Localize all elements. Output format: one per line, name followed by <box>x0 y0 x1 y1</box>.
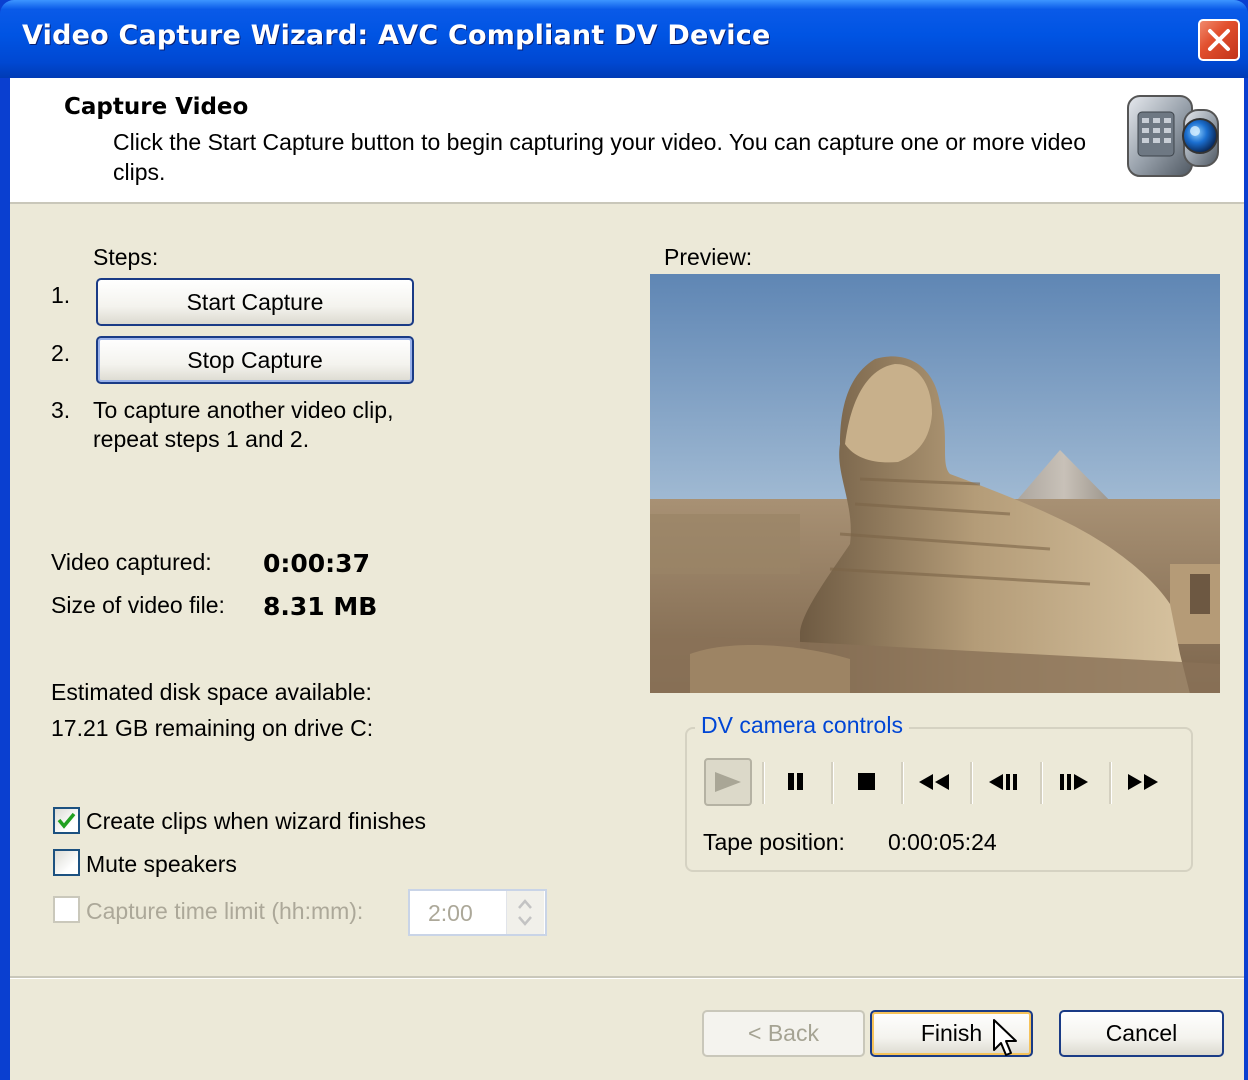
preview-label: Preview: <box>664 244 753 270</box>
page-title: Capture Video <box>64 94 249 120</box>
video-preview <box>650 274 1220 693</box>
fast-forward-icon <box>1128 774 1158 790</box>
disk-space-value: 17.21 GB remaining on drive C: <box>51 715 374 741</box>
stop-icon <box>858 773 875 790</box>
dv-controls-legend: DV camera controls <box>695 712 909 739</box>
close-icon <box>1208 29 1230 51</box>
separator <box>831 762 834 804</box>
create-clips-checkbox[interactable] <box>53 807 80 834</box>
tape-position-value: 0:00:05:24 <box>888 829 997 855</box>
step-1-number: 1. <box>51 282 71 308</box>
video-camera-icon <box>1127 95 1219 177</box>
wizard-window: Video Capture Wizard: AVC Compliant DV D… <box>0 0 1248 1080</box>
time-limit-checkbox[interactable] <box>53 896 80 923</box>
tape-position-label: Tape position: <box>703 829 845 855</box>
stop-capture-button[interactable]: Stop Capture <box>96 336 414 384</box>
checkmark-icon <box>57 812 76 829</box>
title-bar[interactable]: Video Capture Wizard: AVC Compliant DV D… <box>0 0 1248 78</box>
separator <box>901 762 904 804</box>
time-limit-label: Capture time limit (hh:mm): <box>86 898 364 924</box>
time-limit-spinner[interactable]: 2:00 <box>408 889 547 936</box>
stop-button[interactable] <box>842 758 890 806</box>
separator <box>1109 762 1112 804</box>
next-frame-button[interactable] <box>1050 758 1098 806</box>
previous-frame-button[interactable] <box>981 758 1029 806</box>
separator <box>970 762 973 804</box>
window-title: Video Capture Wizard: AVC Compliant DV D… <box>22 20 771 51</box>
start-capture-button[interactable]: Start Capture <box>96 278 414 326</box>
pause-icon <box>788 773 803 790</box>
pause-button[interactable] <box>772 758 820 806</box>
page-description: Click the Start Capture button to begin … <box>113 129 1086 185</box>
rewind-button[interactable] <box>911 758 959 806</box>
rewind-icon <box>919 774 949 790</box>
play-icon <box>715 772 741 792</box>
close-button[interactable] <box>1198 19 1240 61</box>
cancel-button[interactable]: Cancel <box>1059 1010 1224 1057</box>
step-3-text-line1: To capture another video clip, <box>93 397 394 423</box>
mouse-cursor-icon <box>993 1019 1017 1056</box>
file-size-value: 8.31 MB <box>263 592 378 621</box>
step-3-number: 3. <box>51 397 71 423</box>
video-captured-value: 0:00:37 <box>263 549 370 578</box>
separator <box>762 762 765 804</box>
mute-speakers-checkbox[interactable] <box>53 849 80 876</box>
mute-speakers-label[interactable]: Mute speakers <box>86 851 237 878</box>
file-size-label: Size of video file: <box>51 592 225 618</box>
spinner-arrows-icon <box>518 899 532 926</box>
separator <box>1040 762 1043 804</box>
fast-forward-button[interactable] <box>1120 758 1168 806</box>
back-button[interactable]: < Back <box>702 1010 865 1057</box>
sphinx-preview-image <box>650 274 1220 693</box>
spinner-buttons[interactable] <box>506 891 544 934</box>
time-limit-input[interactable]: 2:00 <box>428 900 473 927</box>
dialog-body: Capture Video Click the Start Capture bu… <box>10 78 1244 1080</box>
previous-frame-icon <box>989 774 1017 790</box>
wizard-header: Capture Video Click the Start Capture bu… <box>10 78 1244 204</box>
disk-space-label: Estimated disk space available: <box>51 679 372 705</box>
steps-label: Steps: <box>93 244 159 270</box>
video-captured-label: Video captured: <box>51 549 212 575</box>
step-2-number: 2. <box>51 340 71 366</box>
next-frame-icon <box>1060 774 1088 790</box>
step-3-text-line2: repeat steps 1 and 2. <box>93 426 310 452</box>
footer-divider <box>10 976 1244 979</box>
play-button[interactable] <box>704 758 752 806</box>
create-clips-label[interactable]: Create clips when wizard finishes <box>86 808 426 835</box>
